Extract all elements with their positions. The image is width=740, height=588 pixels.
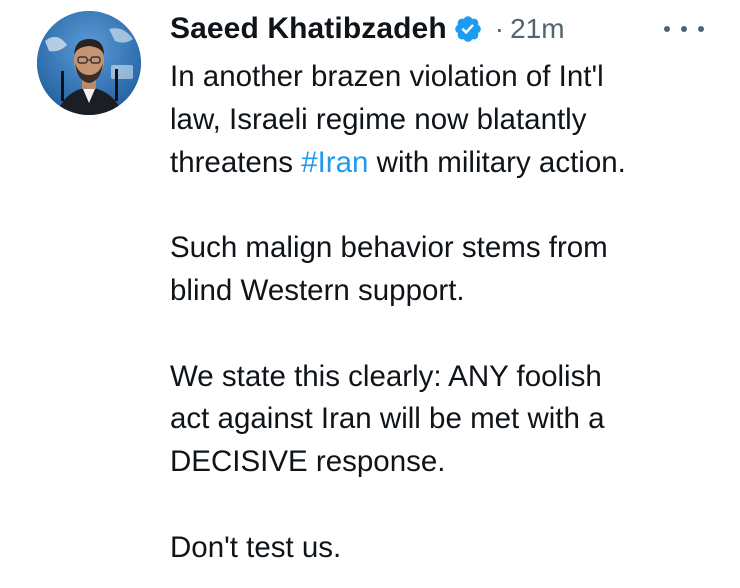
header-separator: · xyxy=(494,13,505,44)
more-dot xyxy=(681,26,687,32)
tweet-card: Saeed Khatibzadeh · 21m In another braze… xyxy=(0,0,740,588)
paragraph-3: We state this clearly: ANY foolish act a… xyxy=(170,356,730,484)
text-line: Such malign behavior stems from xyxy=(170,231,608,265)
text-line: law, Israeli regime now blatantly xyxy=(170,102,587,136)
paragraph-2: Such malign behavior stems from blind We… xyxy=(170,227,730,313)
text-line: We state this clearly: ANY foolish xyxy=(170,359,602,393)
avatar[interactable] xyxy=(37,11,141,115)
text-line: DECISIVE response. xyxy=(170,445,446,479)
more-dot xyxy=(698,26,704,32)
hashtag-link[interactable]: #Iran xyxy=(301,146,368,179)
text-line: In another brazen violation of Int'l xyxy=(170,60,604,93)
text-line: threatens #Iran with military action. xyxy=(170,142,730,185)
more-options-icon[interactable] xyxy=(664,14,704,44)
text-line: act against Iran will be met with a xyxy=(170,402,605,436)
paragraph-4: Don't test us. xyxy=(170,527,730,570)
verified-badge-icon xyxy=(453,14,483,44)
tweet-text: In another brazen violation of Int'l law… xyxy=(170,56,730,570)
text-line: blind Western support. xyxy=(170,273,465,307)
avatar-image xyxy=(37,11,141,115)
author-name[interactable]: Saeed Khatibzadeh xyxy=(170,12,447,46)
paragraph-1: In another brazen violation of Int'l law… xyxy=(170,56,730,184)
text-segment: threatens xyxy=(170,145,302,179)
text-segment: with military action. xyxy=(368,145,626,179)
tweet-timestamp[interactable]: 21m xyxy=(510,13,564,45)
more-dot xyxy=(664,26,670,32)
text-line: Don't test us. xyxy=(170,530,342,564)
tweet-header: Saeed Khatibzadeh · 21m xyxy=(170,9,565,49)
